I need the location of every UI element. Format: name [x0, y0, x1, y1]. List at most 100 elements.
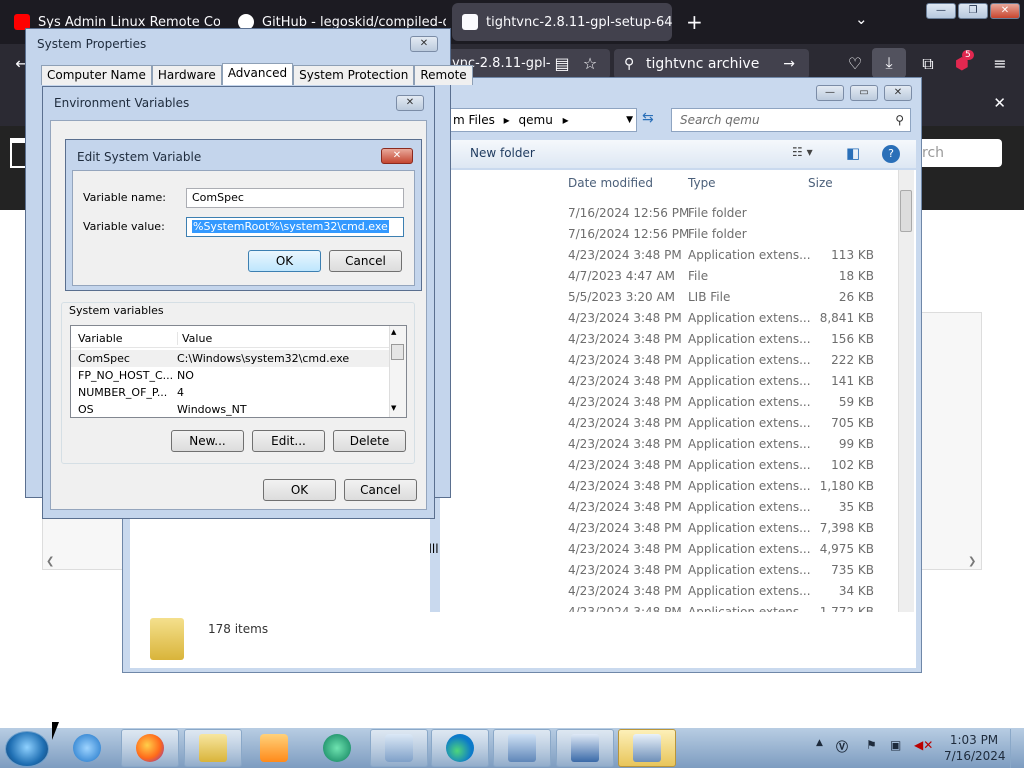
help-icon[interactable]: ? — [882, 145, 900, 163]
close-notification-icon[interactable]: ✕ — [993, 94, 1006, 112]
file-row[interactable]: 4/23/2024 3:48 PM Application extens... 35… — [440, 496, 916, 517]
file-row[interactable]: 4/23/2024 3:48 PM Application extens... 15… — [440, 328, 916, 349]
edit-cancel-button[interactable]: Cancel — [329, 250, 402, 272]
new-variable-button[interactable]: New... — [171, 430, 244, 452]
taskbar-media-player[interactable] — [245, 729, 303, 767]
taskbar-system-properties[interactable] — [618, 729, 676, 767]
file-row[interactable]: 4/23/2024 3:48 PM Application extens... 11… — [440, 244, 916, 265]
show-desktop-button[interactable] — [1010, 729, 1024, 768]
tab-remote[interactable]: Remote — [414, 65, 473, 85]
variable-value-field[interactable]: %SystemRoot%\system32\cmd.exe — [186, 217, 404, 237]
address-dropdown-icon[interactable]: ▼ — [626, 109, 633, 131]
file-row[interactable]: 4/23/2024 3:48 PM Application extens... 70… — [440, 412, 916, 433]
bookmark-star-icon[interactable]: ☆ — [580, 54, 600, 73]
start-button[interactable] — [5, 731, 49, 767]
edit-variable-button[interactable]: Edit... — [252, 430, 325, 452]
volume-muted-icon[interactable]: ◀✕ — [914, 738, 933, 752]
tab-advanced[interactable]: Advanced — [221, 63, 294, 85]
tab-system-protection[interactable]: System Protection — [293, 65, 415, 85]
explorer-minimize-button[interactable]: — — [816, 85, 844, 101]
variable-row[interactable]: ComSpec C:\Windows\system32\cmd.exe — [71, 350, 389, 367]
action-center-icon[interactable]: ⚑ — [866, 738, 877, 752]
menu-icon[interactable]: ≡ — [990, 54, 1010, 73]
file-row[interactable]: 4/23/2024 3:48 PM Application extens... 99… — [440, 433, 916, 454]
list-tabs-icon[interactable]: ⌄ — [855, 10, 868, 28]
breadcrumb-segment[interactable]: m Files — [453, 113, 495, 127]
go-arrow-icon[interactable]: → — [783, 49, 795, 79]
taskbar-tool[interactable] — [370, 729, 428, 767]
breadcrumb-arrow-icon[interactable]: ▸ — [563, 113, 569, 127]
minimize-button[interactable]: — — [926, 3, 956, 19]
column-size[interactable]: Size — [808, 176, 833, 190]
file-row[interactable]: 4/23/2024 3:48 PM Application extens... 22… — [440, 349, 916, 370]
reader-view-icon[interactable]: ▤ — [552, 54, 572, 73]
archive-search-input[interactable]: rch — [912, 139, 1002, 167]
scroll-thumb[interactable] — [391, 344, 404, 360]
taskbar-app[interactable] — [308, 729, 366, 767]
column-date-modified[interactable]: Date modified — [568, 176, 653, 190]
column-value[interactable]: Value — [177, 332, 212, 345]
new-tab-button[interactable]: + — [686, 10, 703, 34]
pocket-icon[interactable]: ♡ — [845, 54, 865, 73]
env-ok-button[interactable]: OK — [263, 479, 336, 501]
scroll-up-icon[interactable]: ▲ — [391, 328, 396, 336]
explorer-search-input[interactable]: Search qemu ⚲ — [671, 108, 911, 132]
file-row[interactable]: 7/16/2024 12:56 PM File folder — [440, 202, 916, 223]
explorer-close-button[interactable]: ✕ — [884, 85, 912, 101]
file-row[interactable]: libcurl-4.dll4/23/2024 3:48 PMApplicatio… — [312, 559, 916, 580]
tray-app-icon[interactable]: Ⓥ — [836, 738, 848, 755]
taskbar-remote-desktop[interactable] — [556, 729, 614, 767]
refresh-icon[interactable]: ⇆ — [642, 110, 654, 126]
file-row[interactable]: 4/23/2024 3:48 PM Application extens... 10… — [440, 454, 916, 475]
maximize-button[interactable]: ❐ — [958, 3, 988, 19]
taskbar-explorer[interactable] — [184, 729, 242, 767]
file-row[interactable]: libcapstone.dll4/23/2024 3:48 PMApplicat… — [312, 517, 916, 538]
view-options-icon[interactable]: ☷ ▾ — [792, 145, 813, 159]
breadcrumb-arrow-icon[interactable]: ▸ — [504, 113, 510, 127]
variable-row[interactable]: NUMBER_OF_P... 4 — [71, 384, 389, 401]
taskbar-edge[interactable] — [431, 729, 489, 767]
variable-row[interactable]: OS Windows_NT — [71, 401, 389, 417]
close-window-button[interactable]: ✕ — [990, 3, 1020, 19]
taskbar-network[interactable] — [493, 729, 551, 767]
scroll-down-icon[interactable]: ▼ — [391, 404, 396, 412]
file-row[interactable]: 4/7/2023 4:47 AM File 18 KB — [440, 265, 916, 286]
file-row[interactable]: 7/16/2024 12:56 PM File folder — [440, 223, 916, 244]
search-bar[interactable]: ⚲ tightvnc archive → — [614, 49, 809, 79]
taskbar-firefox[interactable] — [121, 729, 179, 767]
tab-tightvnc[interactable]: tightvnc-2.8.11-gpl-setup-64bi ✕ — [452, 3, 672, 41]
edit-ok-button[interactable]: OK — [248, 250, 321, 272]
delete-variable-button[interactable]: Delete — [333, 430, 406, 452]
clock[interactable]: 1:03 PM 7/16/2024 — [944, 732, 1006, 764]
breadcrumb-folder[interactable]: qemu — [519, 113, 553, 127]
env-cancel-button[interactable]: Cancel — [344, 479, 417, 501]
downloads-icon[interactable]: ⤓ — [872, 48, 906, 78]
preview-pane-icon[interactable]: ◧ — [846, 144, 860, 162]
scroll-left-icon[interactable]: ❮ — [46, 556, 54, 567]
scroll-right-icon[interactable]: ❯ — [968, 556, 976, 567]
file-list-scrollbar[interactable] — [898, 170, 914, 612]
variable-row[interactable]: FP_NO_HOST_C... NO — [71, 367, 389, 384]
edit-variable-close-button[interactable]: ✕ — [381, 148, 413, 164]
file-row[interactable]: 4/23/2024 3:48 PM Application extens... 8,… — [440, 307, 916, 328]
explorer-maximize-button[interactable]: ▭ — [850, 85, 878, 101]
file-row[interactable]: 4/23/2024 3:48 PM Application extens... 59… — [440, 391, 916, 412]
system-properties-close-button[interactable]: ✕ — [410, 36, 438, 52]
address-bar[interactable]: m Files ▸ qemu ▸ ▼ — [440, 108, 637, 132]
file-row[interactable]: libcrypto-3-x64.dll4/23/2024 3:48 PMAppl… — [312, 538, 916, 559]
file-row[interactable]: 5/5/2023 3:20 AM LIB File 26 KB — [440, 286, 916, 307]
scroll-thumb[interactable] — [900, 190, 912, 232]
tab-hardware[interactable]: Hardware — [151, 65, 222, 85]
system-variables-scrollbar[interactable]: ▲ ▼ — [389, 326, 406, 417]
file-row[interactable]: 4/23/2024 3:48 PM Application extens... 14… — [440, 370, 916, 391]
tab-computer-name[interactable]: Computer Name — [41, 65, 152, 85]
environment-variables-close-button[interactable]: ✕ — [396, 95, 424, 111]
file-row[interactable]: libdatrie-1.dll4/23/2024 3:48 PMApplicat… — [312, 580, 916, 601]
variable-name-field[interactable]: ComSpec — [186, 188, 404, 208]
extensions-icon[interactable]: ⧉ — [918, 54, 938, 74]
file-row[interactable]: 4/23/2024 3:48 PM Application extens... 1,… — [440, 475, 916, 496]
taskbar-ie[interactable] — [58, 729, 116, 767]
column-type[interactable]: Type — [688, 176, 716, 190]
column-variable[interactable]: Variable — [78, 332, 123, 345]
network-tray-icon[interactable]: ▣ — [890, 738, 901, 752]
